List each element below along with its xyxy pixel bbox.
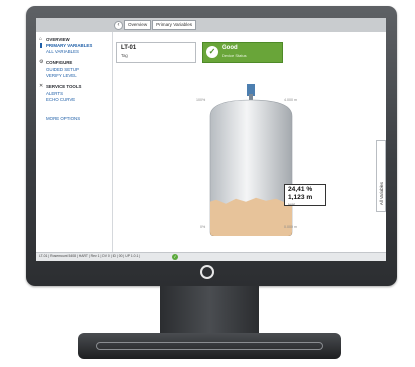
sidebar-item-configure[interactable]: CONFIGURE	[46, 60, 72, 65]
tag-card[interactable]: LT-01 Tag	[116, 42, 196, 63]
status-description: Device Status	[222, 53, 247, 58]
level-percent: 24,41 %	[288, 186, 313, 193]
back-button[interactable]: ‹	[114, 21, 123, 30]
tag-name: LT-01	[121, 45, 137, 51]
scale-bottom-percent: 0%	[200, 225, 206, 229]
home-icon: ⌂	[39, 36, 43, 42]
sidebar-item-echo-curve[interactable]: ECHO CURVE	[46, 97, 75, 102]
sidebar-item-overview[interactable]: OVERVIEW	[46, 37, 70, 42]
device-screen: ‹ Overview Primary Variables ⌂ OVERVIEW …	[36, 18, 386, 261]
monitor-stand-neck	[160, 286, 259, 334]
breadcrumb: Overview Primary Variables	[124, 20, 197, 30]
sidebar-item-verify-level[interactable]: VERIFY LEVEL	[46, 73, 77, 78]
sidebar-item-more-options[interactable]: MORE OPTIONS	[46, 116, 80, 121]
level-readout: 24,41 % 1,123 m Level	[284, 184, 326, 206]
all-variables-label: All Variables	[379, 182, 384, 205]
tag-label: Tag	[121, 53, 128, 58]
sidebar: ⌂ OVERVIEW PRIMARY VARIABLES ALL VARIABL…	[36, 32, 113, 252]
sidebar-item-primary-variables[interactable]: PRIMARY VARIABLES	[46, 43, 92, 48]
sidebar-item-all-variables[interactable]: ALL VARIABLES	[46, 49, 79, 54]
wrench-icon: ✕	[39, 83, 44, 89]
power-button[interactable]	[200, 265, 214, 279]
top-bar	[36, 18, 386, 32]
sidebar-item-alerts[interactable]: ALERTS	[46, 91, 63, 96]
status-bar-text: LT-01 | Rosemount 5408 | HART | Rev 1 | …	[39, 254, 141, 258]
level-distance: 1,123 m	[288, 194, 313, 201]
ok-status-icon: ✓	[172, 254, 178, 260]
breadcrumb-overview[interactable]: Overview	[124, 20, 152, 30]
breadcrumb-primary-variables[interactable]: Primary Variables	[152, 20, 197, 30]
sidebar-item-service-tools[interactable]: SERVICE TOOLS	[46, 84, 81, 89]
scale-top-percent: 100%	[196, 98, 206, 102]
status-title: Good	[222, 45, 238, 51]
active-indicator	[40, 43, 42, 48]
sidebar-item-guided-setup[interactable]: GUIDED SETUP	[46, 67, 79, 72]
scale-top-distance: 4.000 m	[284, 98, 297, 102]
gear-icon: ⚙	[39, 59, 44, 65]
readout-sublabel: Level	[288, 202, 295, 206]
stand-base-highlight	[96, 342, 323, 350]
all-variables-tab[interactable]: All Variables	[376, 140, 386, 212]
status-bar: LT-01 | Rosemount 5408 | HART | Rev 1 | …	[36, 252, 386, 261]
scale-bottom-distance: 0.000 m	[284, 225, 297, 229]
device-status-card[interactable]: ✓ Good Device Status	[202, 42, 283, 63]
checkmark-icon: ✓	[206, 46, 218, 58]
